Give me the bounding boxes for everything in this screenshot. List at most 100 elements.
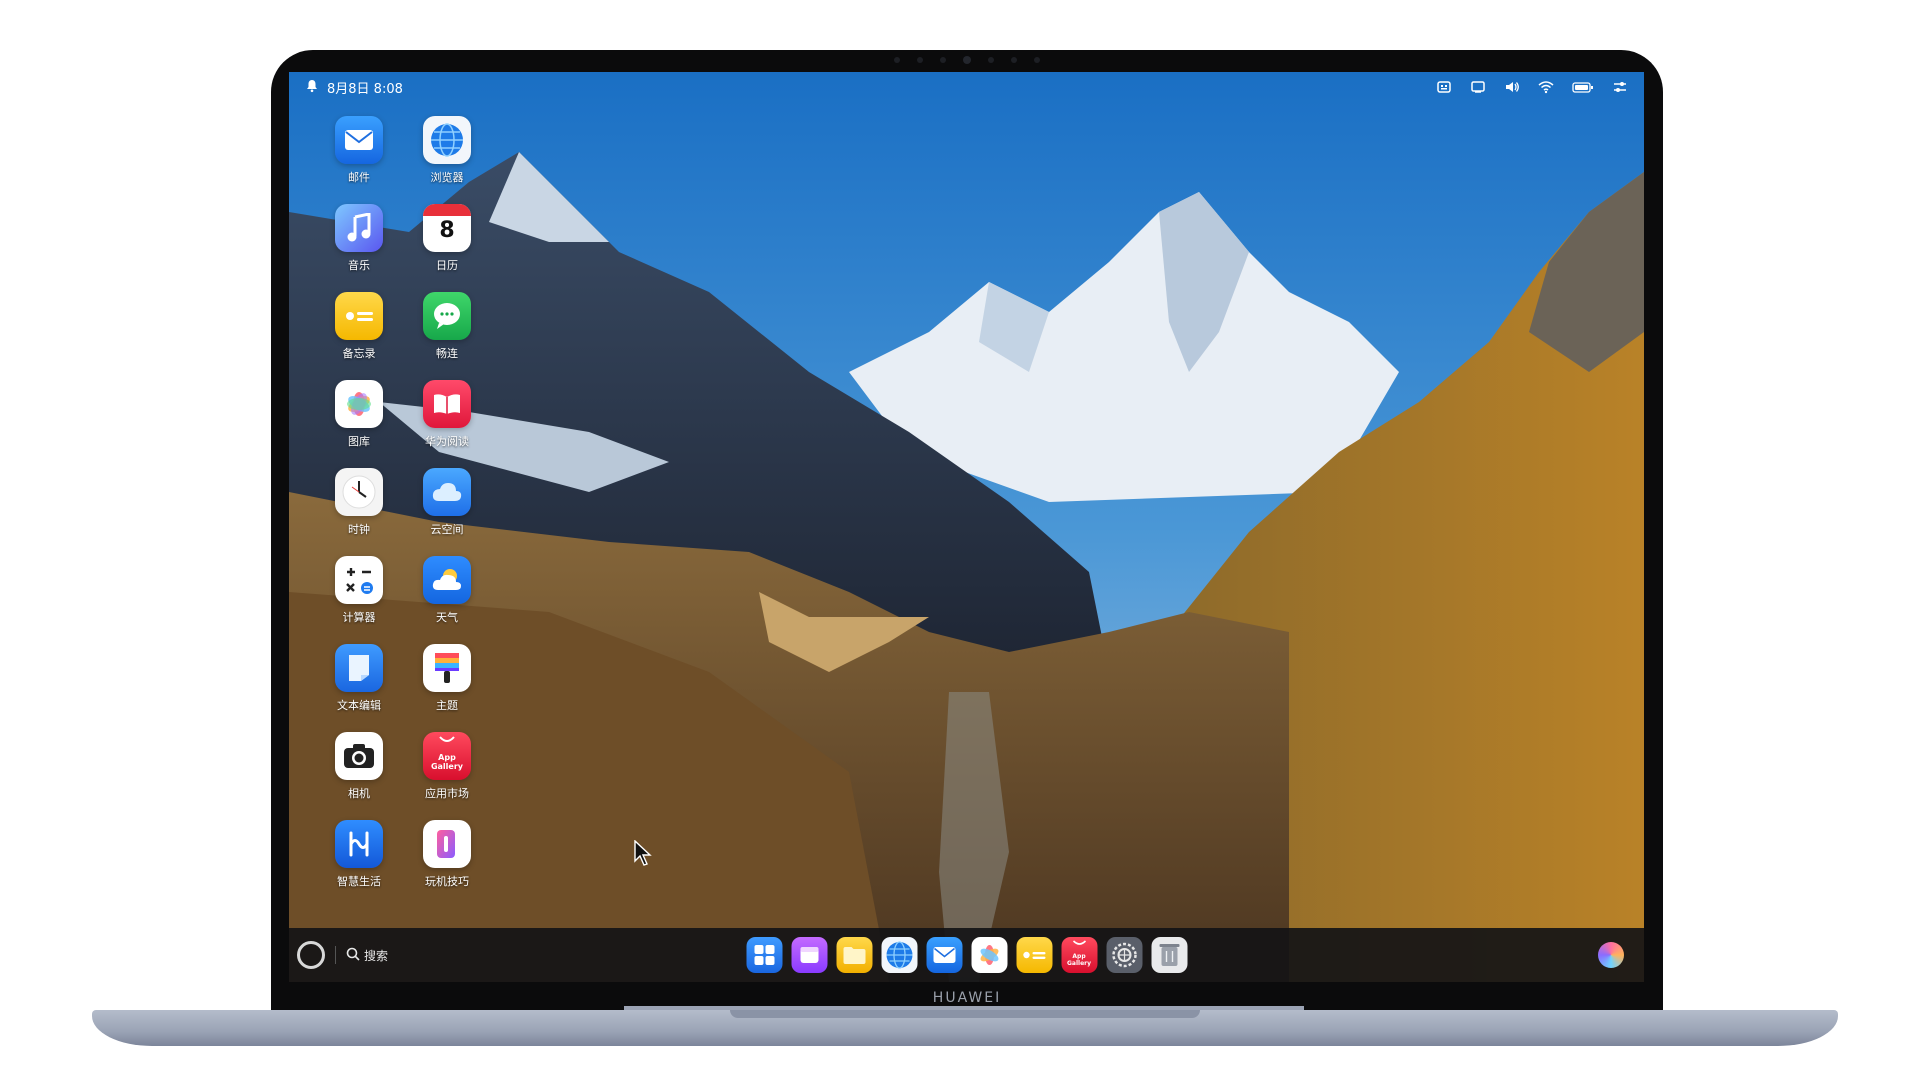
dock-bar: 搜索 App Gallery <box>289 928 1644 982</box>
app-app-gallery[interactable]: App Gallery 应用市场 <box>403 732 491 820</box>
app-calculator[interactable]: 计算器 <box>315 556 403 644</box>
clock-icon <box>335 468 383 516</box>
status-datetime[interactable]: 8月8日 8:08 <box>327 78 403 97</box>
app-reading[interactable]: 华为阅读 <box>403 380 491 468</box>
app-label: 主题 <box>436 699 458 712</box>
base-notch <box>730 1010 1200 1018</box>
camera-strip <box>894 56 1040 64</box>
gallery-icon <box>980 945 998 965</box>
browser-icon <box>423 116 471 164</box>
gallery-icon <box>335 380 383 428</box>
app-chat[interactable]: 畅连 <box>403 292 491 380</box>
mouse-cursor-icon <box>634 840 652 866</box>
app-label: 相机 <box>348 787 370 800</box>
app-camera[interactable]: 相机 <box>315 732 403 820</box>
app-calendar[interactable]: 8 日历 <box>403 204 491 292</box>
app-music[interactable]: 音乐 <box>315 204 403 292</box>
desktop-app-grid: 邮件 浏览器 音乐 8 日历 备忘录 畅连 图库 华为阅读 时钟 云空间 计算器… <box>315 116 491 908</box>
app-cloud[interactable]: 云空间 <box>403 468 491 556</box>
app-label: 智慧生活 <box>337 875 381 888</box>
cloud-icon <box>423 468 471 516</box>
app-label: 备忘录 <box>342 347 376 360</box>
settings-icon <box>1111 942 1137 968</box>
dock-trash[interactable] <box>1151 937 1187 973</box>
dock-folder[interactable] <box>836 937 872 973</box>
search-label: 搜索 <box>364 948 389 963</box>
app-label: 畅连 <box>436 347 458 360</box>
app-notes[interactable]: 备忘录 <box>315 292 403 380</box>
camera-icon <box>335 732 383 780</box>
app-browser[interactable]: 浏览器 <box>403 116 491 204</box>
text-editor-icon <box>335 644 383 692</box>
dock-app-gallery-text: App Gallery <box>1066 952 1092 967</box>
brand-logo: HUAWEI <box>932 990 1002 1006</box>
search-icon <box>346 947 360 964</box>
start-button[interactable] <box>297 941 325 969</box>
browser-icon <box>886 941 912 969</box>
app-mail[interactable]: 邮件 <box>315 116 403 204</box>
wallpaper-mountains <box>289 72 1644 982</box>
calendar-day: 8 <box>439 218 455 243</box>
app-label: 时钟 <box>348 523 370 536</box>
app-clock[interactable]: 时钟 <box>315 468 403 556</box>
desktop-screen: 8月8日 8:08 邮件 浏览器 音乐 8 日历 备忘录 畅连 图库 华为阅读 … <box>289 72 1644 982</box>
app-label: 邮件 <box>348 171 370 184</box>
dock-separator <box>335 946 336 964</box>
dock-settings[interactable] <box>1106 937 1142 973</box>
trash-icon <box>1159 944 1179 966</box>
app-label: 云空间 <box>430 523 464 536</box>
app-label: 浏览器 <box>430 171 464 184</box>
laptop-base <box>92 1010 1838 1046</box>
app-gallery[interactable]: 图库 <box>315 380 403 468</box>
app-label: 音乐 <box>348 259 370 272</box>
volume-icon[interactable] <box>1504 79 1520 95</box>
status-bar: 8月8日 8:08 <box>289 72 1644 102</box>
laptop-lid: 8月8日 8:08 邮件 浏览器 音乐 8 日历 备忘录 畅连 图库 华为阅读 … <box>271 50 1663 1012</box>
chat-icon <box>423 292 471 340</box>
dock-files[interactable] <box>791 937 827 973</box>
search-button[interactable]: 搜索 <box>346 947 388 964</box>
notification-bell-icon[interactable] <box>305 79 321 95</box>
app-text-editor[interactable]: 文本编辑 <box>315 644 403 732</box>
tips-icon <box>423 820 471 868</box>
folder-icon <box>843 947 865 964</box>
app-label: 计算器 <box>342 611 376 624</box>
wifi-icon[interactable] <box>1538 79 1554 95</box>
dock-app-grid[interactable] <box>746 937 782 973</box>
screen-cast-icon[interactable] <box>1470 79 1486 95</box>
app-label: 文本编辑 <box>337 699 381 712</box>
app-label: 应用市场 <box>425 787 469 800</box>
notes-icon <box>335 292 383 340</box>
dock-notes[interactable] <box>1016 937 1052 973</box>
mail-icon <box>933 947 955 963</box>
app-weather[interactable]: 天气 <box>403 556 491 644</box>
dock-mail[interactable] <box>926 937 962 973</box>
dock-apps: App Gallery <box>746 937 1187 973</box>
keyboard-layout-icon[interactable] <box>1436 79 1452 95</box>
dock-browser[interactable] <box>881 937 917 973</box>
app-gallery-text: App Gallery <box>430 753 464 771</box>
weather-icon <box>423 556 471 604</box>
assistant-orb-icon[interactable] <box>1598 942 1624 968</box>
smart-life-icon <box>335 820 383 868</box>
calendar-icon: 8 <box>423 204 471 252</box>
control-center-icon[interactable] <box>1612 79 1628 95</box>
dock-app-gallery[interactable]: App Gallery <box>1061 937 1097 973</box>
app-label: 图库 <box>348 435 370 448</box>
mail-icon <box>335 116 383 164</box>
battery-icon[interactable] <box>1572 79 1594 95</box>
app-grid-icon <box>754 945 774 965</box>
files-icon <box>800 947 818 963</box>
app-label: 华为阅读 <box>425 435 469 448</box>
app-smart-life[interactable]: 智慧生活 <box>315 820 403 908</box>
app-themes[interactable]: 主题 <box>403 644 491 732</box>
app-tips[interactable]: 玩机技巧 <box>403 820 491 908</box>
app-gallery-icon: App Gallery <box>423 732 471 780</box>
app-gallery-icon <box>1072 940 1086 945</box>
reading-icon <box>423 380 471 428</box>
calculator-icon <box>335 556 383 604</box>
app-label: 玩机技巧 <box>425 875 469 888</box>
music-icon <box>335 204 383 252</box>
dock-gallery[interactable] <box>971 937 1007 973</box>
app-label: 日历 <box>436 259 458 272</box>
